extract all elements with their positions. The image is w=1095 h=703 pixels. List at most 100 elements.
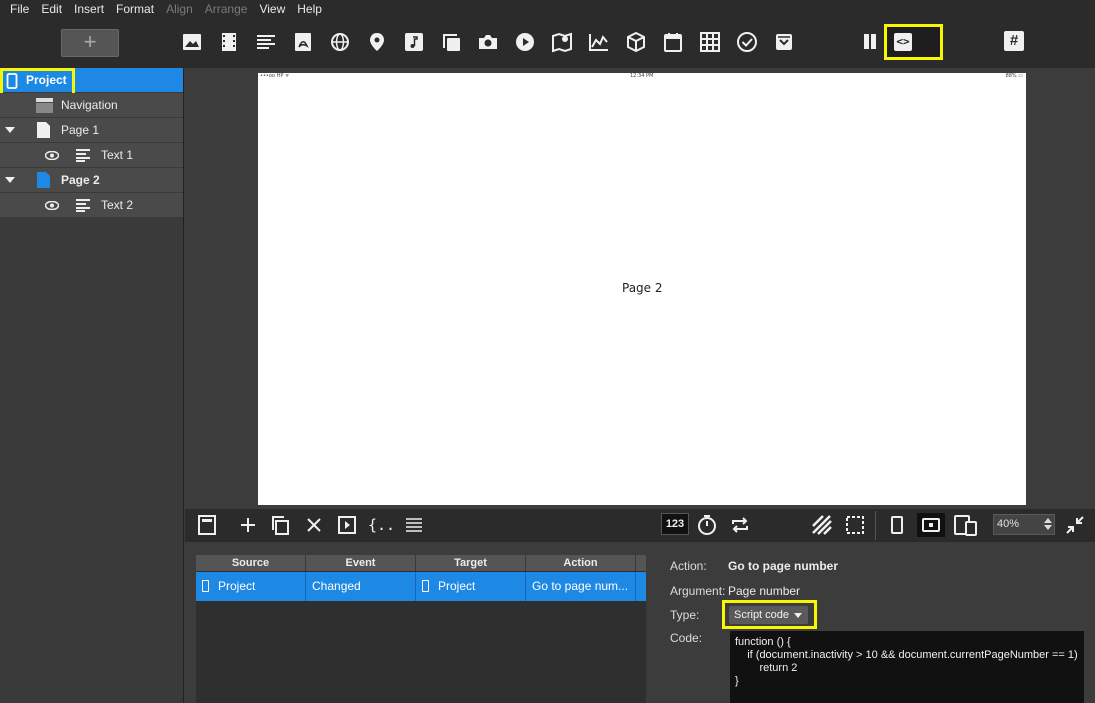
repeat-icon[interactable] bbox=[729, 514, 751, 536]
code-line: function () { bbox=[735, 636, 791, 648]
chevron-down-icon bbox=[794, 613, 802, 618]
cell-source: Project bbox=[196, 572, 306, 601]
map-pin-icon[interactable] bbox=[366, 31, 388, 53]
tree-item-label: Text 2 bbox=[101, 198, 134, 212]
text-icon bbox=[76, 199, 90, 212]
status-battery: 88% ▭ bbox=[1005, 73, 1023, 79]
tree-item-label: Navigation bbox=[61, 98, 118, 112]
table-icon[interactable] bbox=[699, 31, 721, 53]
tree-item-project[interactable]: Project bbox=[0, 68, 183, 96]
tree-item-label: Page 1 bbox=[61, 123, 100, 137]
text-icon bbox=[76, 149, 90, 162]
tree-item-label: Page 2 bbox=[61, 173, 100, 187]
navigation-icon bbox=[36, 98, 53, 113]
action-properties: Action: Go to page number Argument: Page… bbox=[659, 542, 1095, 703]
argument-label: Argument: bbox=[670, 584, 726, 598]
cell-action: Go to page num... bbox=[526, 572, 636, 601]
menu-edit[interactable]: Edit bbox=[41, 2, 62, 16]
column-header-action[interactable]: Action bbox=[526, 555, 636, 571]
pdf-icon[interactable] bbox=[292, 31, 314, 53]
eye-icon[interactable] bbox=[45, 201, 59, 210]
zoom-stepper[interactable]: 40% bbox=[993, 514, 1055, 535]
table-row[interactable]: Project Changed Project Go to page num..… bbox=[196, 572, 646, 601]
svg-text:{..}: {..} bbox=[368, 516, 393, 534]
panel-toggle-icon[interactable] bbox=[196, 514, 218, 536]
type-dropdown[interactable]: Script code bbox=[729, 606, 808, 624]
pause-icon[interactable] bbox=[861, 33, 879, 51]
cell-event: Changed bbox=[306, 572, 416, 601]
expand-triangle-icon[interactable] bbox=[5, 127, 15, 133]
checkbox-icon[interactable] bbox=[736, 31, 758, 53]
highlight-box: Script code bbox=[722, 600, 817, 629]
hatch-pattern-icon[interactable] bbox=[811, 514, 833, 536]
gallery-icon[interactable] bbox=[440, 31, 462, 53]
list-settings-icon[interactable] bbox=[403, 514, 425, 536]
action-label: Action: bbox=[670, 559, 707, 573]
youtube-icon[interactable] bbox=[514, 31, 536, 53]
selection-icon[interactable] bbox=[844, 514, 866, 536]
column-header-source[interactable]: Source bbox=[196, 555, 306, 571]
type-value: Script code bbox=[734, 609, 790, 621]
expand-triangle-icon[interactable] bbox=[5, 177, 15, 183]
code-view-button[interactable]: <> bbox=[884, 24, 943, 60]
menu-arrange: Arrange bbox=[204, 2, 248, 16]
text-icon[interactable] bbox=[255, 31, 277, 53]
music-icon[interactable] bbox=[403, 31, 425, 53]
archive-icon[interactable] bbox=[773, 31, 795, 53]
tree-item-text-1[interactable]: Text 1 bbox=[0, 143, 183, 168]
status-carrier: •••oo HP ᯤ bbox=[260, 73, 290, 79]
add-action-icon[interactable] bbox=[237, 514, 259, 536]
code-editor[interactable]: function () { if (document.inactivity > … bbox=[730, 631, 1084, 703]
phone-icon bbox=[202, 579, 209, 592]
menu-help[interactable]: Help bbox=[297, 2, 322, 16]
type-label: Type: bbox=[670, 608, 700, 622]
actions-toolbar: {..} 123 40% bbox=[185, 509, 1095, 542]
tree-item-page-1[interactable]: Page 1 bbox=[0, 118, 183, 143]
table-header: Source Event Target Action bbox=[196, 555, 646, 571]
status-time: 12:34 PM bbox=[630, 73, 654, 79]
video-film-icon[interactable] bbox=[218, 31, 240, 53]
eye-icon[interactable] bbox=[45, 151, 59, 160]
hash-icon[interactable]: # bbox=[1004, 31, 1024, 51]
multi-device-icon[interactable] bbox=[953, 514, 979, 536]
device-status-bar: •••oo HP ᯤ 12:34 PM 88% ▭ bbox=[258, 73, 1026, 79]
menu-format[interactable]: Format bbox=[116, 2, 154, 16]
page-canvas[interactable]: •••oo HP ᯤ 12:34 PM 88% ▭ Page 2 bbox=[258, 73, 1026, 505]
code-line: } bbox=[735, 675, 739, 687]
calendar-icon[interactable] bbox=[662, 31, 684, 53]
camera-icon[interactable] bbox=[477, 31, 499, 53]
highlight-box bbox=[0, 68, 75, 96]
image-icon[interactable] bbox=[181, 31, 203, 53]
tree-item-text-2[interactable]: Text 2 bbox=[0, 193, 183, 218]
web-globe-icon[interactable] bbox=[329, 31, 351, 53]
chart-icon[interactable] bbox=[588, 31, 610, 53]
delete-icon[interactable] bbox=[303, 514, 325, 536]
timer-icon[interactable] bbox=[696, 514, 718, 536]
menu-insert[interactable]: Insert bbox=[74, 2, 104, 16]
script-braces-icon[interactable]: {..} bbox=[367, 514, 404, 536]
counter-badge[interactable]: 123 bbox=[661, 513, 689, 535]
phone-icon bbox=[422, 579, 429, 592]
landscape-device-icon[interactable] bbox=[917, 513, 945, 537]
cell-target: Project bbox=[416, 572, 526, 601]
column-header-target[interactable]: Target bbox=[416, 555, 526, 571]
3d-box-icon[interactable] bbox=[625, 31, 647, 53]
collapse-arrows-icon[interactable] bbox=[1064, 514, 1086, 536]
duplicate-icon[interactable] bbox=[269, 514, 291, 536]
argument-value[interactable]: Page number bbox=[728, 584, 800, 598]
action-value[interactable]: Go to page number bbox=[728, 559, 838, 573]
preview-play-icon[interactable] bbox=[336, 514, 358, 536]
tree-item-page-2[interactable]: Page 2 bbox=[0, 168, 183, 193]
add-page-button[interactable]: + bbox=[61, 29, 119, 57]
column-header-event[interactable]: Event bbox=[306, 555, 416, 571]
menu-view[interactable]: View bbox=[259, 2, 285, 16]
map-icon[interactable] bbox=[551, 31, 573, 53]
menu-file[interactable]: File bbox=[10, 2, 29, 16]
menu-bar: File Edit Insert Format Align Arrange Vi… bbox=[0, 0, 1095, 18]
page-text[interactable]: Page 2 bbox=[622, 281, 663, 295]
tree-item-label: Text 1 bbox=[101, 148, 134, 162]
actions-table: Source Event Target Action Project Chang… bbox=[196, 555, 646, 703]
portrait-device-icon[interactable] bbox=[886, 514, 908, 536]
tree-item-navigation[interactable]: Navigation bbox=[0, 93, 183, 118]
code-line: if (document.inactivity > 10 && document… bbox=[735, 649, 1078, 661]
